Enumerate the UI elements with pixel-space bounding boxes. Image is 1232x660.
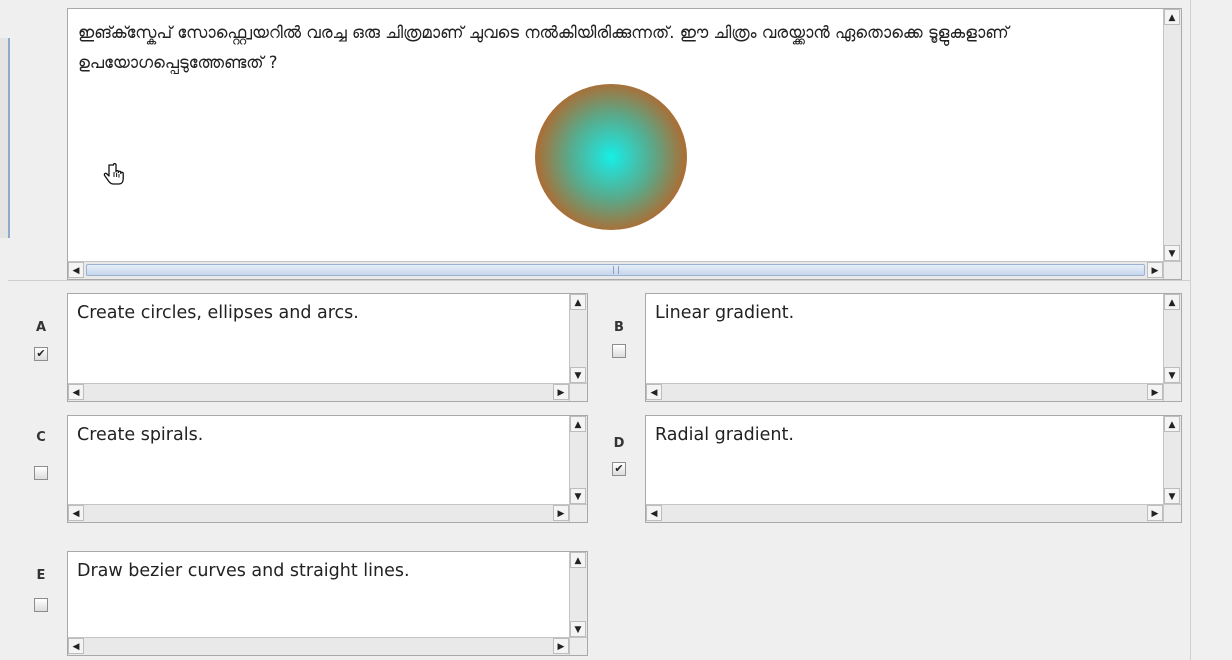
scroll-corner (569, 637, 587, 655)
option-a-panel: Create circles, ellipses and arcs. ▲ ▼ ◀… (67, 293, 588, 402)
option-d-panel: Radial gradient. ▲ ▼ ◀ ▶ (645, 415, 1182, 523)
option-b-vertical-scrollbar[interactable]: ▲ ▼ (1163, 294, 1181, 383)
option-c-content: Create spirals. (68, 416, 569, 504)
option-b-content: Linear gradient. (646, 294, 1163, 383)
option-a-horizontal-scrollbar[interactable]: ◀ ▶ (68, 383, 569, 401)
option-b-horizontal-scrollbar[interactable]: ◀ ▶ (646, 383, 1163, 401)
hand-pointer-icon (103, 163, 124, 185)
scroll-down-arrow-icon[interactable]: ▼ (570, 488, 586, 504)
option-e-horizontal-scrollbar[interactable]: ◀ ▶ (68, 637, 569, 655)
option-a-checkbox[interactable]: ✔ (34, 347, 48, 361)
option-c-vertical-scrollbar[interactable]: ▲ ▼ (569, 416, 587, 504)
option-e-vertical-scrollbar[interactable]: ▲ ▼ (569, 552, 587, 637)
scroll-up-arrow-icon[interactable]: ▲ (570, 416, 586, 432)
scroll-down-arrow-icon[interactable]: ▼ (1164, 488, 1180, 504)
scroll-down-arrow-icon[interactable]: ▼ (570, 367, 586, 383)
scroll-corner (569, 383, 587, 401)
option-e-content: Draw bezier curves and straight lines. (68, 552, 569, 637)
scroll-down-arrow-icon[interactable]: ▼ (570, 621, 586, 637)
scroll-left-arrow-icon[interactable]: ◀ (68, 262, 84, 278)
scroll-corner (569, 504, 587, 522)
scroll-right-arrow-icon[interactable]: ▶ (553, 638, 569, 654)
scroll-right-arrow-icon[interactable]: ▶ (1147, 262, 1163, 278)
option-c-text: Create spirals. (77, 425, 204, 445)
scroll-left-arrow-icon[interactable]: ◀ (68, 505, 84, 521)
section-divider (8, 280, 1190, 281)
scroll-right-arrow-icon[interactable]: ▶ (553, 505, 569, 521)
option-d-horizontal-scrollbar[interactable]: ◀ ▶ (646, 504, 1163, 522)
option-c-horizontal-scrollbar[interactable]: ◀ ▶ (68, 504, 569, 522)
option-c-letter: C (36, 430, 46, 445)
scroll-up-arrow-icon[interactable]: ▲ (570, 552, 586, 568)
radial-gradient-circle-image (535, 84, 687, 230)
right-panel (1190, 0, 1232, 660)
scroll-right-arrow-icon[interactable]: ▶ (553, 384, 569, 400)
scroll-left-arrow-icon[interactable]: ◀ (646, 505, 662, 521)
scroll-right-arrow-icon[interactable]: ▶ (1147, 384, 1163, 400)
scroll-down-arrow-icon[interactable]: ▼ (1164, 367, 1180, 383)
option-a-letter: A (35, 320, 47, 335)
option-a-content: Create circles, ellipses and arcs. (68, 294, 569, 383)
scroll-up-arrow-icon[interactable]: ▲ (570, 294, 586, 310)
question-vertical-scrollbar[interactable]: ▲ ▼ (1163, 9, 1181, 261)
scroll-thumb-grip-icon (612, 266, 619, 274)
scroll-up-arrow-icon[interactable]: ▲ (1164, 294, 1180, 310)
option-e-letter: E (36, 568, 46, 583)
option-e-text: Draw bezier curves and straight lines. (77, 561, 410, 581)
horizontal-scroll-thumb[interactable] (86, 264, 1145, 276)
option-c-panel: Create spirals. ▲ ▼ ◀ ▶ (67, 415, 588, 523)
scroll-right-arrow-icon[interactable]: ▶ (1147, 505, 1163, 521)
option-b-panel: Linear gradient. ▲ ▼ ◀ ▶ (645, 293, 1182, 402)
scroll-left-arrow-icon[interactable]: ◀ (68, 638, 84, 654)
option-a-text: Create circles, ellipses and arcs. (77, 303, 359, 323)
left-panel-edge (0, 38, 10, 238)
option-d-vertical-scrollbar[interactable]: ▲ ▼ (1163, 416, 1181, 504)
scroll-up-arrow-icon[interactable]: ▲ (1164, 416, 1180, 432)
question-horizontal-scrollbar[interactable]: ◀ ▶ (68, 261, 1163, 279)
scroll-corner (1163, 383, 1181, 401)
option-e-checkbox[interactable] (34, 598, 48, 612)
option-c-checkbox[interactable] (34, 466, 48, 480)
option-b-letter: B (614, 320, 624, 335)
option-d-letter: D (613, 436, 625, 451)
option-d-text: Radial gradient. (655, 425, 794, 445)
option-d-content: Radial gradient. (646, 416, 1163, 504)
option-b-checkbox[interactable] (612, 344, 626, 358)
scroll-corner (1163, 504, 1181, 522)
option-e-panel: Draw bezier curves and straight lines. ▲… (67, 551, 588, 656)
scroll-left-arrow-icon[interactable]: ◀ (646, 384, 662, 400)
option-b-text: Linear gradient. (655, 303, 795, 323)
scroll-corner (1163, 261, 1181, 279)
scroll-down-arrow-icon[interactable]: ▼ (1164, 245, 1180, 261)
question-text: ഇങ്ക്സ്കേപ് സോഫ്റ്റ്വെയറിൽ വരച്ച ഒരു ചിത… (78, 23, 1009, 72)
option-d-checkbox[interactable]: ✔ (612, 462, 626, 476)
scroll-left-arrow-icon[interactable]: ◀ (68, 384, 84, 400)
scroll-up-arrow-icon[interactable]: ▲ (1164, 9, 1180, 25)
option-a-vertical-scrollbar[interactable]: ▲ ▼ (569, 294, 587, 383)
